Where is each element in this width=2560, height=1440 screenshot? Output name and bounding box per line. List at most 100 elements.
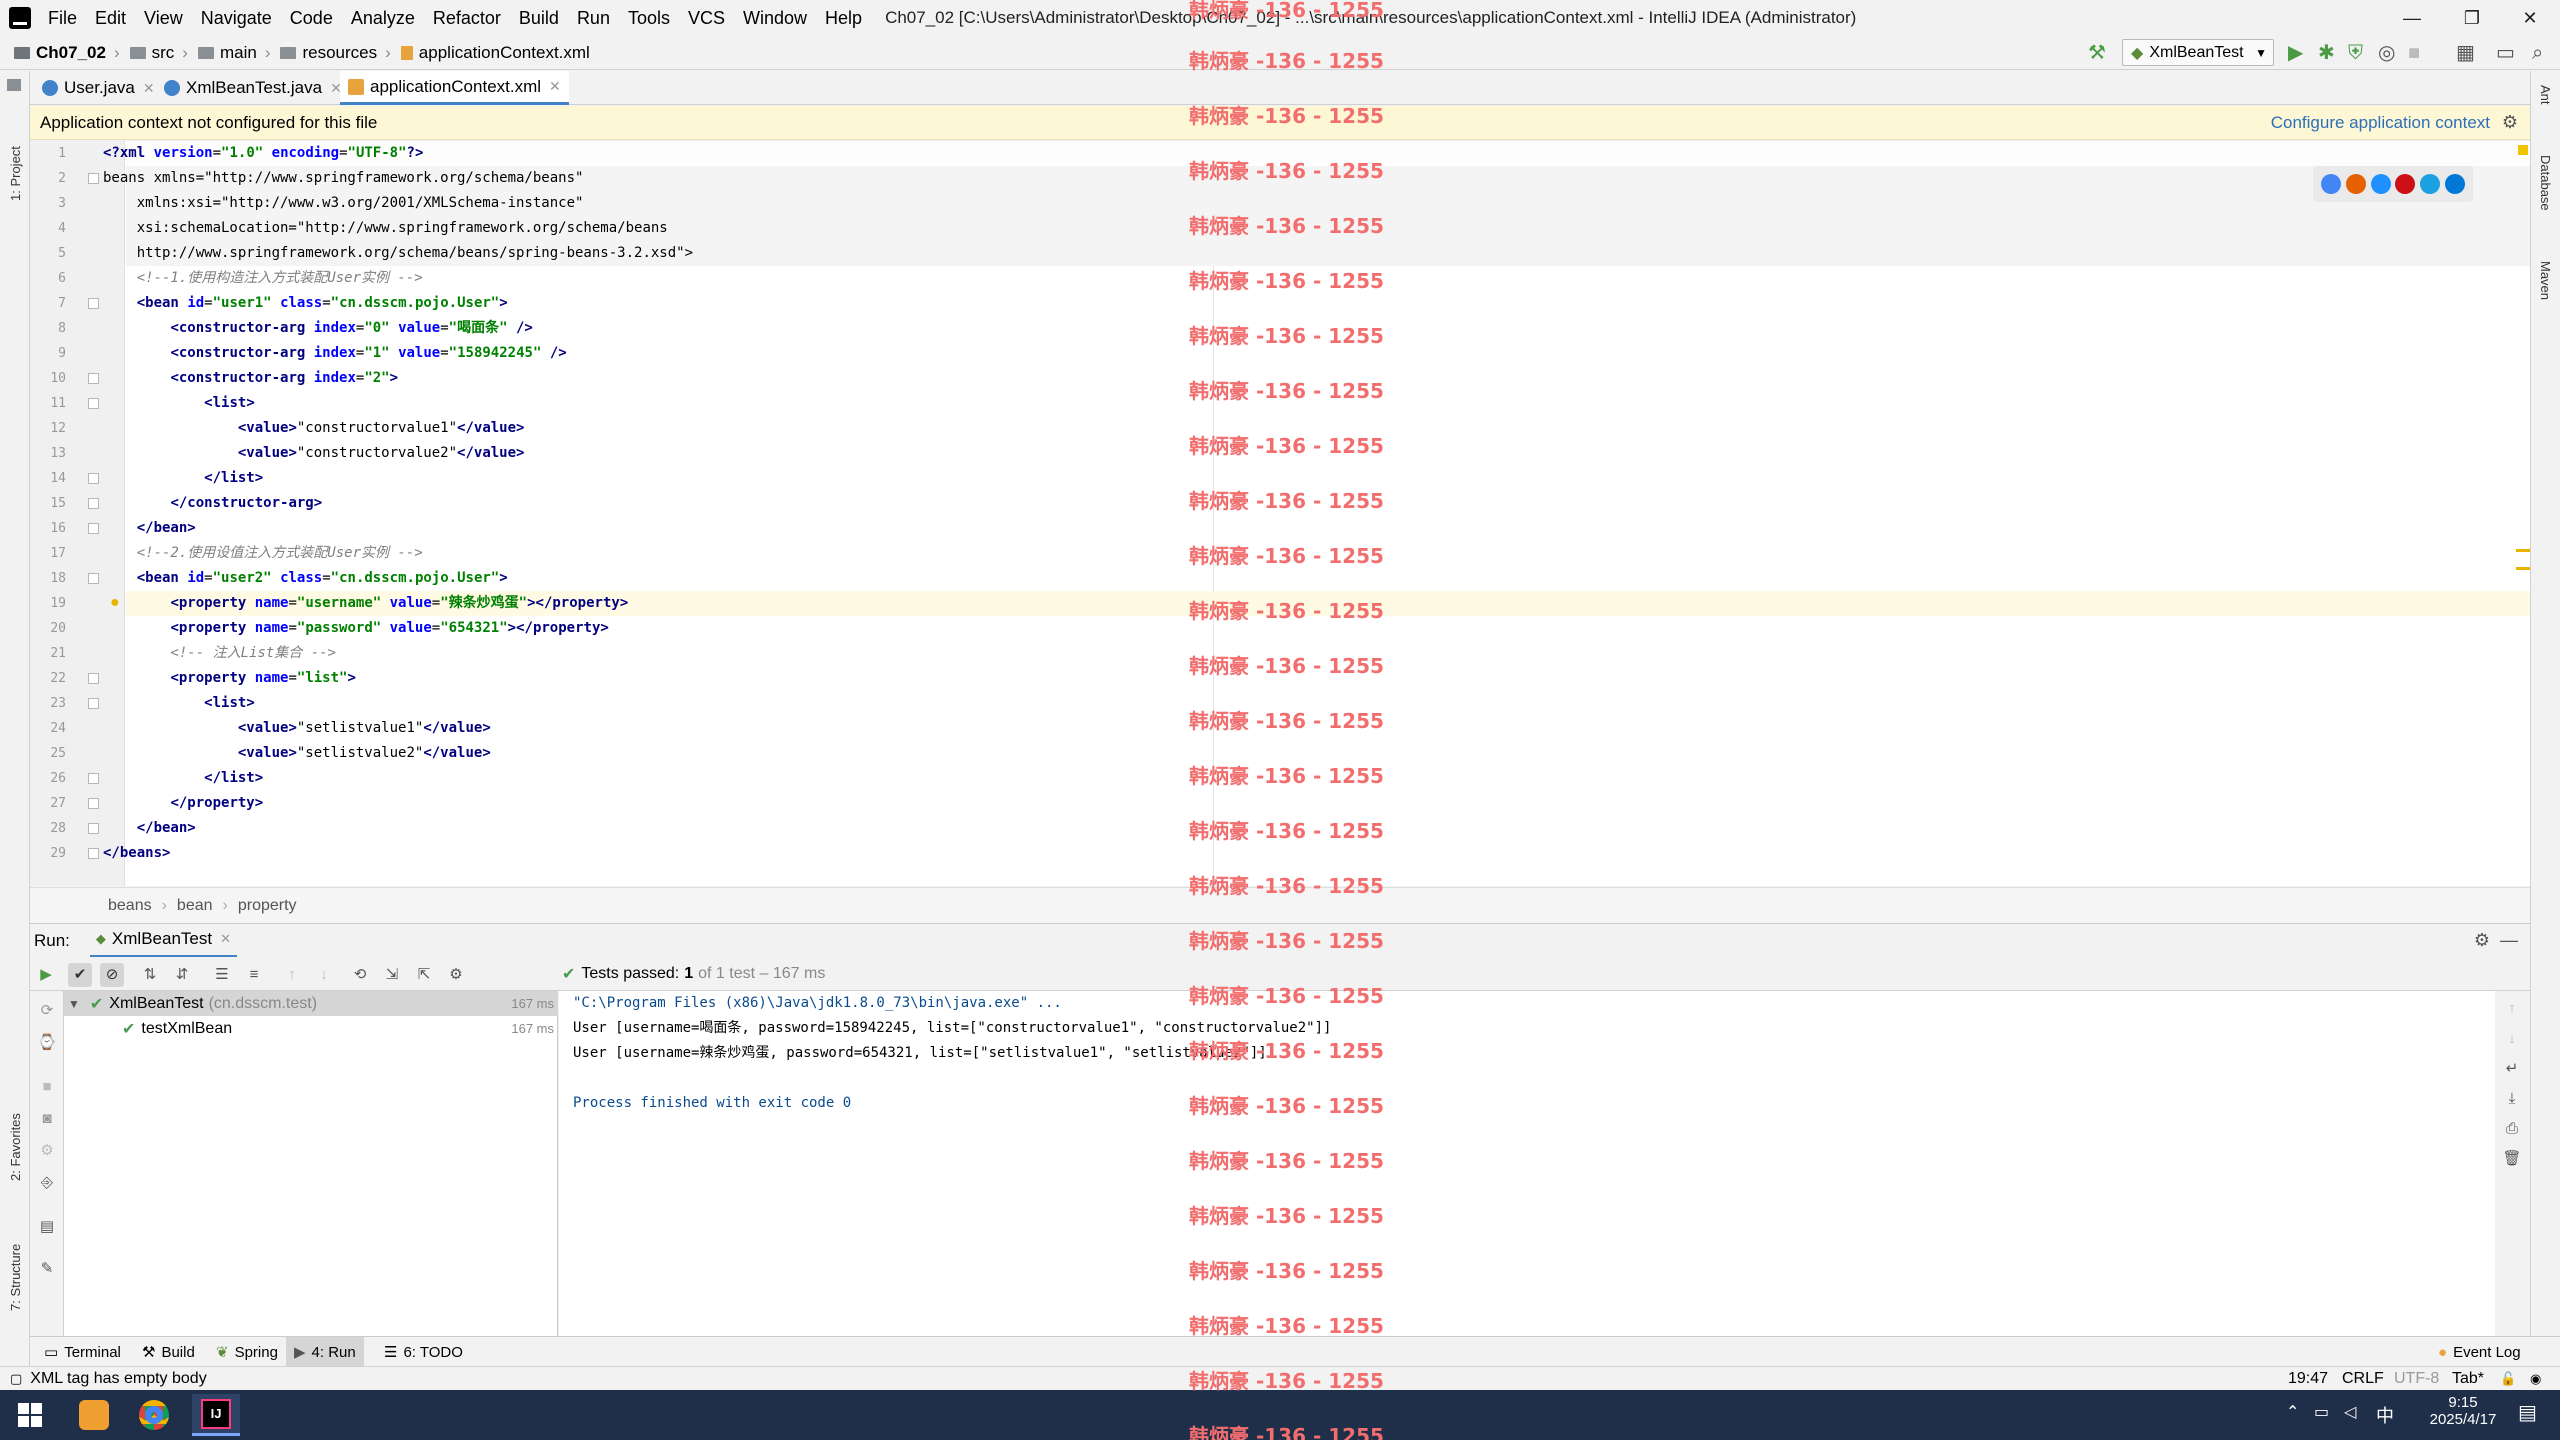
- close-tab-icon[interactable]: ✕: [143, 80, 155, 97]
- code-line[interactable]: <property name="list">: [103, 666, 355, 691]
- show-passed-icon[interactable]: ✔: [68, 963, 92, 987]
- code-line[interactable]: </beans>: [103, 841, 170, 866]
- firefox-icon[interactable]: [2345, 174, 2366, 194]
- code-line[interactable]: </bean>: [103, 816, 196, 841]
- chrome-icon[interactable]: [2321, 174, 2342, 194]
- breadcrumb-main[interactable]: main ›: [197, 43, 270, 63]
- hide-panel-icon[interactable]: —: [2500, 930, 2518, 951]
- intellij-taskbar-icon[interactable]: IJ: [192, 1394, 240, 1436]
- maven-tool-label[interactable]: Maven: [2538, 261, 2553, 300]
- crumb-beans[interactable]: beans: [108, 897, 152, 915]
- profile-icon[interactable]: ◎: [2378, 42, 2395, 64]
- tab-build[interactable]: ⚒ Build: [134, 1337, 203, 1367]
- ant-tool-label[interactable]: Ant: [2538, 85, 2553, 105]
- database-tool-label[interactable]: Database: [2538, 155, 2553, 211]
- code-line[interactable]: xmlns:xsi="http://www.w3.org/2001/XMLSch…: [103, 191, 584, 216]
- safari-icon[interactable]: [2370, 174, 2391, 194]
- code-line[interactable]: <list>: [103, 691, 255, 716]
- restore-layout-icon[interactable]: ⌚: [35, 1031, 59, 1055]
- soft-wrap-icon[interactable]: ↵: [2500, 1057, 2524, 1081]
- menu-analyze[interactable]: Analyze: [342, 8, 424, 29]
- breadcrumb-resources[interactable]: resources ›: [280, 43, 391, 63]
- sort-alpha-icon[interactable]: ⇅: [138, 963, 162, 987]
- project-tool-label[interactable]: 1: Project: [8, 146, 23, 201]
- notification-icon[interactable]: ▤: [2518, 1400, 2537, 1425]
- print-icon[interactable]: ⎙: [2500, 1117, 2524, 1141]
- tab-terminal[interactable]: ▭ Terminal: [36, 1337, 129, 1367]
- indent-setting[interactable]: Tab*: [2452, 1370, 2484, 1388]
- run-icon[interactable]: ▶: [2288, 42, 2303, 64]
- code-line[interactable]: <property name="password" value="654321"…: [103, 616, 608, 641]
- stop-icon[interactable]: ■: [2408, 42, 2420, 64]
- menu-view[interactable]: View: [135, 8, 192, 29]
- code-line[interactable]: <constructor-arg index="0" value="喝面条" /…: [103, 316, 532, 341]
- code-line[interactable]: <property name="username" value="辣条炒鸡蛋">…: [103, 591, 628, 616]
- menu-file[interactable]: File: [39, 8, 86, 29]
- fold-marker-icon[interactable]: [88, 298, 99, 309]
- status-toggle-icon[interactable]: ▢: [10, 1371, 22, 1387]
- crumb-bean[interactable]: bean: [177, 897, 213, 915]
- menu-build[interactable]: Build: [510, 8, 568, 29]
- line-separator[interactable]: CRLF: [2342, 1370, 2384, 1388]
- build-hammer-icon[interactable]: ⚒: [2088, 42, 2106, 64]
- import-tests-icon[interactable]: ⇲: [380, 963, 404, 987]
- menu-tools[interactable]: Tools: [619, 8, 679, 29]
- run-tab-xmlbeantest[interactable]: ◆ XmlBeanTest ✕: [89, 924, 237, 958]
- fold-marker-icon[interactable]: [88, 698, 99, 709]
- tree-row-xmlbeantest[interactable]: ▼ ✔ XmlBeanTest (cn.dsscm.test) 167 ms: [64, 991, 558, 1016]
- code-line[interactable]: </bean>: [103, 516, 196, 541]
- code-line[interactable]: xsi:schemaLocation="http://www.springfra…: [103, 216, 668, 241]
- code-line[interactable]: </property>: [103, 791, 263, 816]
- collapse-all-icon[interactable]: ≡: [242, 963, 266, 987]
- code-line[interactable]: </list>: [103, 466, 263, 491]
- code-line[interactable]: <!--2.使用设值注入方式装配User实例 -->: [103, 541, 423, 566]
- fold-marker-icon[interactable]: [88, 498, 99, 509]
- export-tests-icon[interactable]: ⇱: [412, 963, 436, 987]
- tab-todo[interactable]: ☰ 6: TODO: [376, 1337, 471, 1367]
- menu-refactor[interactable]: Refactor: [424, 8, 510, 29]
- chevron-down-icon[interactable]: ▼: [68, 997, 80, 1011]
- inspector-icon[interactable]: ◉: [2530, 1371, 2541, 1387]
- code-line[interactable]: <?xml version="1.0" encoding="UTF-8"?>: [103, 141, 423, 166]
- intention-bulb-icon[interactable]: ●: [110, 594, 120, 612]
- chrome-icon[interactable]: [130, 1394, 178, 1436]
- lock-icon[interactable]: 🔓: [2500, 1371, 2516, 1387]
- close-tab-icon[interactable]: ✕: [220, 931, 231, 947]
- inspection-status-icon[interactable]: [2518, 145, 2528, 155]
- menu-run[interactable]: Run: [568, 8, 619, 29]
- gear-icon[interactable]: ⚙: [2502, 112, 2518, 133]
- fold-marker-icon[interactable]: [88, 823, 99, 834]
- tray-chevron-icon[interactable]: ⌃: [2286, 1402, 2299, 1422]
- code-line[interactable]: <value>"setlistvalue2"</value>: [103, 741, 491, 766]
- code-line[interactable]: </constructor-arg>: [103, 491, 322, 516]
- dump-threads-icon[interactable]: ⚙: [35, 1139, 59, 1163]
- fold-marker-icon[interactable]: [88, 173, 99, 184]
- layout-icon[interactable]: ▤: [35, 1215, 59, 1239]
- debug-icon[interactable]: ✱: [2318, 42, 2335, 64]
- menu-edit[interactable]: Edit: [86, 8, 135, 29]
- configure-context-link[interactable]: Configure application context: [2271, 113, 2490, 133]
- code-line[interactable]: http://www.springframework.org/schema/be…: [103, 241, 693, 266]
- close-tab-icon[interactable]: ✕: [549, 78, 561, 95]
- settings-icon[interactable]: ⚙: [444, 963, 468, 987]
- breadcrumb-src[interactable]: src ›: [129, 43, 188, 63]
- search-icon[interactable]: ⌕: [2532, 42, 2543, 64]
- gear-icon[interactable]: ⚙: [2474, 930, 2490, 951]
- project-icon[interactable]: [7, 79, 21, 91]
- fold-marker-icon[interactable]: [88, 373, 99, 384]
- next-failed-icon[interactable]: ↓: [312, 963, 336, 987]
- close-button[interactable]: ✕: [2500, 0, 2560, 36]
- code-line[interactable]: <bean id="user2" class="cn.dsscm.pojo.Us…: [103, 566, 508, 591]
- windows-start-icon[interactable]: [6, 1394, 54, 1436]
- code-line[interactable]: <value>"constructorvalue2"</value>: [103, 441, 525, 466]
- tab-applicationcontext-xml[interactable]: applicationContext.xml ✕: [340, 71, 569, 105]
- console-output[interactable]: "C:\Program Files (x86)\Java\jdk1.8.0_73…: [559, 991, 2495, 1336]
- network-icon[interactable]: ▭: [2314, 1402, 2329, 1422]
- coverage-icon[interactable]: ⛨: [2348, 42, 2363, 64]
- structure-tool-label[interactable]: 7: Structure: [8, 1244, 23, 1311]
- breadcrumb-project[interactable]: Ch07_02 ›: [14, 43, 120, 63]
- code-line[interactable]: <!--1.使用构造注入方式装配User实例 -->: [103, 266, 423, 291]
- stop-icon[interactable]: ■: [35, 1075, 59, 1099]
- run-config-select[interactable]: ◆ XmlBeanTest ▼: [2122, 39, 2274, 66]
- tab-spring[interactable]: ❦ Spring: [208, 1337, 286, 1367]
